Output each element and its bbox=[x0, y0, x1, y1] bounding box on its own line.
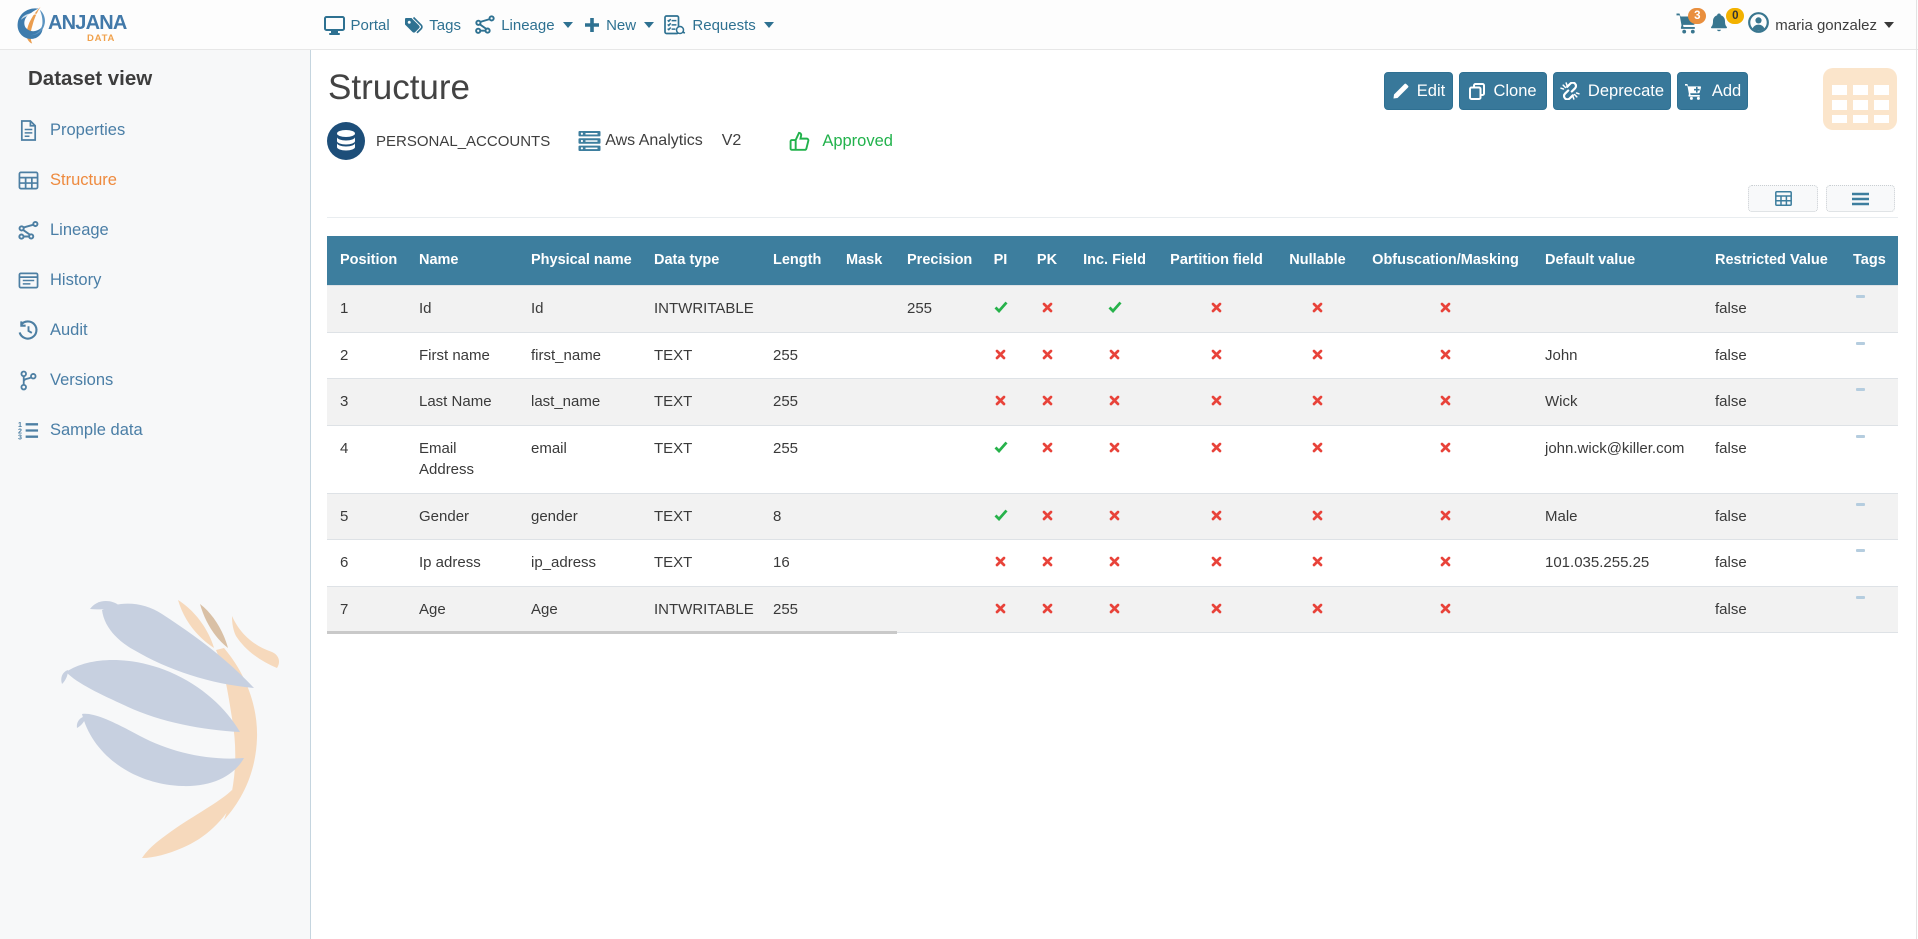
svg-text:ANJANA: ANJANA bbox=[48, 12, 127, 34]
svg-text:DATA: DATA bbox=[87, 33, 115, 44]
svg-text:3: 3 bbox=[18, 433, 22, 440]
